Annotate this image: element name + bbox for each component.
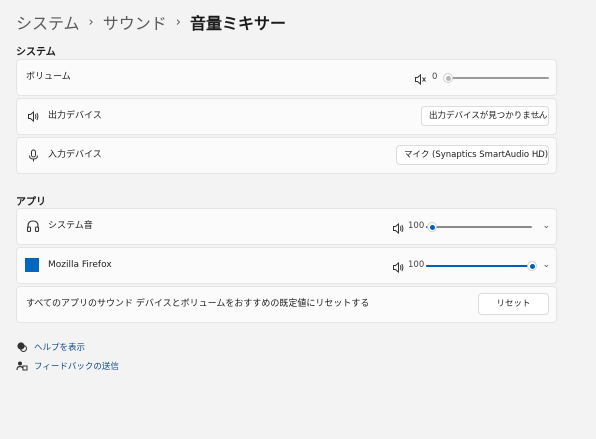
system-volume-slider[interactable] (443, 73, 549, 83)
firefox-app-icon (25, 258, 39, 272)
app-name: Mozilla Firefox (48, 260, 112, 270)
section-title-apps: アプリ (16, 197, 46, 208)
speaker-icon[interactable] (392, 220, 405, 235)
chevron-down-icon[interactable]: ⌄ (542, 209, 550, 244)
app-name: システム音 (48, 221, 93, 231)
app-volume-slider[interactable] (426, 222, 532, 232)
input-device-card: 入力デバイス マイク (Synaptics SmartAudio HD) ⌄ (16, 137, 557, 174)
app-volume-card[interactable]: システム音 100 ⌄ (16, 208, 557, 245)
output-device-dropdown[interactable]: 出力デバイスが見つかりません ⌄ (421, 106, 549, 126)
breadcrumb-sound[interactable]: サウンド (103, 10, 167, 34)
chevron-down-icon: ⌄ (535, 150, 542, 159)
slider-thumb[interactable] (427, 222, 437, 232)
app-volume-value: 100 (408, 260, 425, 270)
help-link[interactable]: ヘルプを表示 (16, 340, 85, 354)
slider-thumb[interactable] (443, 73, 453, 83)
help-link-text[interactable]: ヘルプを表示 (34, 341, 85, 353)
app-volume-card[interactable]: Mozilla Firefox 100 ⌄ (16, 247, 557, 284)
headphones-icon (25, 218, 41, 234)
input-device-dropdown[interactable]: マイク (Synaptics SmartAudio HD) ⌄ (396, 145, 549, 165)
feedback-link[interactable]: フィードバックの送信 (16, 359, 119, 373)
help-chat-icon (16, 341, 28, 353)
reset-card: すべてのアプリのサウンド デバイスとボリュームをおすすめの既定値にリセットする … (16, 286, 557, 323)
feedback-icon (16, 360, 28, 372)
app-volume-value: 100 (408, 221, 425, 231)
speaker-icon[interactable] (392, 259, 405, 274)
input-device-label: 入力デバイス (48, 150, 102, 160)
reset-description: すべてのアプリのサウンド デバイスとボリュームをおすすめの既定値にリセットする (26, 299, 370, 309)
breadcrumb-separator: › (88, 14, 94, 30)
breadcrumb-separator: › (175, 14, 181, 30)
breadcrumb: システム › サウンド › 音量ミキサー (16, 8, 286, 36)
feedback-link-text[interactable]: フィードバックの送信 (34, 360, 119, 372)
speaker-icon (25, 108, 41, 124)
slider-thumb[interactable] (527, 261, 537, 271)
breadcrumb-system[interactable]: システム (16, 10, 80, 34)
microphone-icon (25, 147, 41, 163)
page-title: 音量ミキサー (189, 14, 286, 33)
reset-button[interactable]: リセット (478, 293, 549, 315)
section-title-system: システム (16, 47, 56, 58)
volume-value: 0 (432, 72, 438, 82)
chevron-down-icon[interactable]: ⌄ (542, 248, 550, 283)
speaker-muted-icon[interactable] (414, 71, 427, 86)
output-device-value: 出力デバイスが見つかりません (429, 111, 548, 121)
output-device-card: 出力デバイス 出力デバイスが見つかりません ⌄ (16, 98, 557, 135)
output-device-label: 出力デバイス (48, 111, 102, 121)
app-volume-slider[interactable] (426, 261, 537, 271)
system-volume-card: ボリューム 0 (16, 59, 557, 96)
chevron-down-icon: ⌄ (535, 111, 542, 120)
slider-fill (426, 265, 532, 267)
input-device-value: マイク (Synaptics SmartAudio HD) (404, 150, 549, 160)
volume-label: ボリューム (26, 72, 71, 82)
